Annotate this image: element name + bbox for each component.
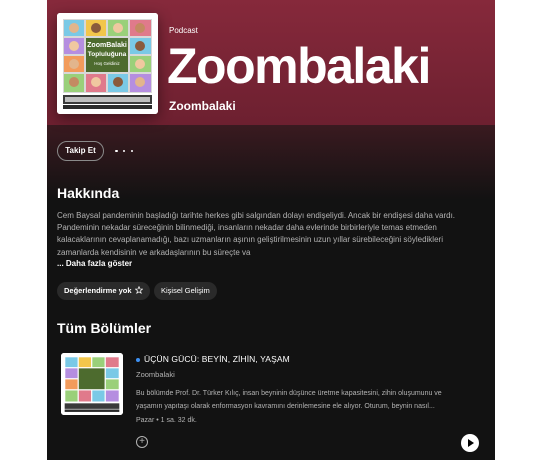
about-text: Cem Baysal pandeminin başladığı tarihte … (57, 211, 456, 257)
podcast-title: Zoombalaki (167, 38, 431, 94)
follow-button[interactable]: Takip Et (57, 141, 104, 161)
category-chip[interactable]: Kişisel Gelişim (154, 282, 217, 300)
cover-line-3: Hoş Geldiniz (94, 61, 120, 66)
episode-thumbnail (61, 353, 123, 415)
about-heading: Hakkında (57, 185, 120, 201)
episode-title[interactable]: ÜÇÜN GÜCÜ: BEYİN, ZİHİN, YAŞAM (144, 354, 290, 364)
episode-date-duration: Pazar • 1 sa. 32 dk. (136, 417, 197, 424)
content-type-label: Podcast (169, 26, 198, 35)
more-options-icon[interactable] (115, 141, 133, 161)
podcast-author[interactable]: Zoombalaki (169, 99, 236, 113)
rating-label: Değerlendirme yok (64, 286, 132, 295)
new-episode-dot (136, 358, 140, 362)
play-icon[interactable] (461, 434, 479, 452)
episode-show-name[interactable]: Zoombalaki (136, 370, 175, 379)
cover-line-1: ZoomBalaki (87, 42, 127, 49)
podcast-page: ZoomBalaki Topluluğuna Hoş Geldiniz Podc… (47, 0, 495, 460)
star-icon (134, 285, 143, 294)
episodes-heading: Tüm Bölümler (57, 320, 152, 336)
show-more-link[interactable]: ... Daha fazla göster (57, 259, 132, 268)
cover-line-2: Topluluğuna (87, 51, 127, 58)
episode-row[interactable]: ÜÇÜN GÜCÜ: BEYİN, ZİHİN, YAŞAM Zoombalak… (47, 345, 495, 460)
rating-chip[interactable]: Değerlendirme yok (57, 282, 150, 300)
podcast-cover-art: ZoomBalaki Topluluğuna Hoş Geldiniz (57, 13, 158, 114)
add-plus-icon[interactable]: + (136, 436, 148, 448)
episode-description: Bu bölümde Prof. Dr. Türker Kılıç, insan… (136, 390, 442, 410)
